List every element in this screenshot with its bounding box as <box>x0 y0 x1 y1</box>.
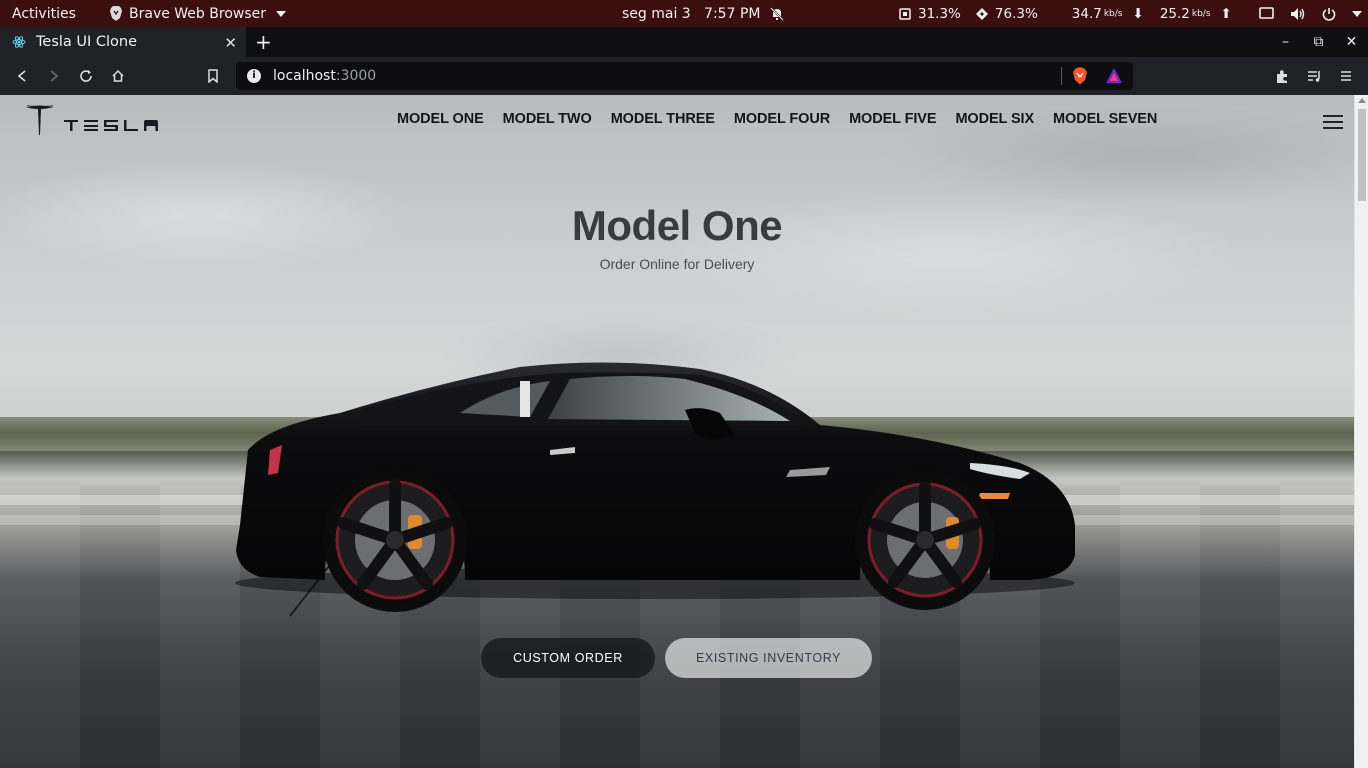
tesla-logo[interactable] <box>24 105 169 137</box>
cpu-usage: 31.3% <box>918 5 961 22</box>
forward-icon[interactable] <box>44 66 64 86</box>
volume-icon <box>1291 7 1305 20</box>
hero-subtitle: Order Online for Delivery <box>599 256 755 272</box>
new-tab-button[interactable]: + <box>255 30 272 54</box>
app-menu[interactable]: Brave Web Browser <box>109 0 286 27</box>
menu-icon[interactable] <box>1336 66 1356 86</box>
page-scrollbar[interactable] <box>1354 95 1368 768</box>
nav-model-three[interactable]: MODEL THREE <box>602 111 725 127</box>
close-tab-icon[interactable]: ✕ <box>224 34 237 52</box>
chevron-down-icon <box>276 10 286 17</box>
home-icon[interactable] <box>108 66 128 86</box>
minimize-icon[interactable]: – <box>1269 27 1302 57</box>
activities-button[interactable]: Activities <box>12 0 76 27</box>
react-icon <box>12 36 26 48</box>
download-arrow-icon: ⬇ <box>1132 5 1144 22</box>
window-controls: – ⧉ ✕ <box>1269 27 1368 57</box>
custom-order-button[interactable]: CUSTOM ORDER <box>481 638 655 678</box>
scroll-up-icon[interactable] <box>1358 98 1366 103</box>
page-viewport: MODEL ONE MODEL TWO MODEL THREE MODEL FO… <box>0 95 1354 768</box>
system-monitor[interactable]: 31.3% 76.3% 34.7 kb/s ⬇ 25.2 kb/s ⬆ <box>898 0 1232 27</box>
extensions-icon[interactable] <box>1272 66 1292 86</box>
brave-shields-icon[interactable] <box>1071 67 1089 85</box>
brave-rewards-icon[interactable] <box>1105 67 1123 85</box>
nav-model-four[interactable]: MODEL FOUR <box>725 111 840 127</box>
hero-title: Model One <box>571 202 783 249</box>
tab-active[interactable]: Tesla UI Clone ✕ <box>0 27 246 57</box>
restore-icon[interactable]: ⧉ <box>1302 27 1335 57</box>
url-port: :3000 <box>335 68 377 84</box>
browser-toolbar: i localhost :3000 <box>0 57 1368 95</box>
existing-inventory-button[interactable]: EXISTING INVENTORY <box>665 638 872 678</box>
back-icon[interactable] <box>12 66 32 86</box>
upload-arrow-icon: ⬆ <box>1220 5 1232 22</box>
tab-strip: Tesla UI Clone ✕ + – ⧉ ✕ <box>0 27 1368 57</box>
os-top-bar: Activities Brave Web Browser seg mai 3 7… <box>0 0 1368 27</box>
nav-model-one[interactable]: MODEL ONE <box>388 111 494 127</box>
url-host: localhost <box>273 68 336 84</box>
chevron-down-icon <box>1352 10 1362 17</box>
screen-icon <box>1259 7 1274 19</box>
notifications-off-icon <box>770 6 785 21</box>
nav-model-five[interactable]: MODEL FIVE <box>840 111 946 127</box>
upload-rate: 25.2 <box>1159 5 1190 22</box>
power-icon <box>1322 7 1336 21</box>
system-tray[interactable] <box>1259 0 1362 27</box>
memory-icon <box>975 7 988 20</box>
memory-usage: 76.3% <box>994 5 1038 22</box>
media-queue-icon[interactable] <box>1304 66 1324 86</box>
address-bar[interactable]: i localhost :3000 <box>236 62 1133 90</box>
rear-wheel <box>323 468 467 612</box>
nav-model-six[interactable]: MODEL SIX <box>946 111 1044 127</box>
clock-text: seg mai 3 7:57 PM <box>622 5 761 22</box>
upload-unit: kb/s <box>1191 8 1211 19</box>
bookmark-icon[interactable] <box>203 66 223 86</box>
cpu-icon <box>899 7 911 20</box>
tab-title: Tesla UI Clone <box>36 34 138 50</box>
front-wheel <box>855 470 995 610</box>
download-unit: kb/s <box>1103 8 1123 19</box>
reload-icon[interactable] <box>76 66 96 86</box>
download-rate: 34.7 <box>1071 5 1102 22</box>
scrollbar-thumb[interactable] <box>1358 109 1366 201</box>
hamburger-menu-icon[interactable] <box>1323 115 1343 129</box>
model-nav: MODEL ONE MODEL TWO MODEL THREE MODEL FO… <box>388 111 1167 127</box>
brave-lion-icon <box>110 6 122 21</box>
nav-model-two[interactable]: MODEL TWO <box>494 111 602 127</box>
clock[interactable]: seg mai 3 7:57 PM <box>622 0 785 27</box>
hero-car-image <box>235 362 1075 612</box>
app-name: Brave Web Browser <box>129 5 266 22</box>
divider <box>1061 67 1062 85</box>
site-info-icon[interactable]: i <box>247 69 261 83</box>
close-window-icon[interactable]: ✕ <box>1335 27 1368 57</box>
nav-model-seven[interactable]: MODEL SEVEN <box>1044 111 1167 127</box>
